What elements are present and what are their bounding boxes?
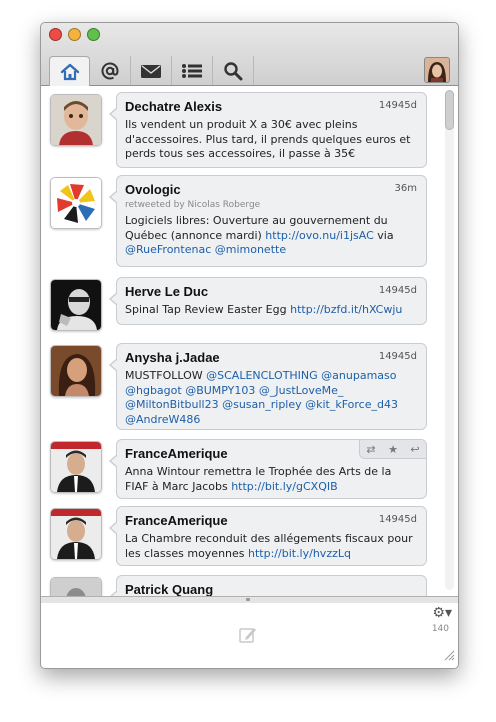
tweet-bubble[interactable]: Ovologic 36m retweeted by Nicolas Roberg…: [109, 175, 427, 267]
compose-area[interactable]: ⚙▾ 140: [41, 603, 458, 668]
search-icon: [224, 61, 243, 80]
tweet-text: La Chambre reconduit des allégements fis…: [125, 532, 413, 560]
tweet-text: Ils vendent un produit X a 30€ avec plei…: [125, 118, 411, 160]
tweet-time: 14945d: [378, 351, 417, 362]
close-button[interactable]: [49, 28, 62, 41]
tweet-link[interactable]: http://bit.ly/gCXQIB: [231, 480, 337, 493]
tweet-link[interactable]: http://bit.ly/hvzzLq: [248, 547, 351, 560]
avatar[interactable]: [50, 441, 102, 493]
avatar[interactable]: [50, 94, 102, 146]
scrollbar[interactable]: [445, 90, 454, 590]
at-mentions-icon: [101, 62, 119, 79]
tweet-author[interactable]: Herve Le Duc: [125, 284, 418, 300]
tab-lists[interactable]: [172, 56, 213, 85]
tweet-author[interactable]: Dechatre Alexis: [125, 99, 418, 115]
tab-mentions[interactable]: [90, 56, 131, 85]
zoom-button[interactable]: [87, 28, 100, 41]
gear-icon[interactable]: ⚙▾: [432, 605, 452, 621]
avatar[interactable]: [50, 577, 102, 596]
tweet-text: Logiciels libres: Ouverture au gouvernem…: [125, 214, 394, 256]
tweet-text: Spinal Tap Review Easter Egg http://bzfd…: [125, 303, 403, 316]
tweet-author[interactable]: Patrick Quang: [125, 582, 418, 596]
tweet-time: 36m: [394, 183, 417, 194]
app-window: Dechatre Alexis 14945d Ils vendent un pr…: [40, 22, 459, 669]
list-icon: [182, 63, 202, 78]
tab-messages[interactable]: [131, 56, 172, 85]
grip-icon: [246, 598, 250, 601]
tweet-author[interactable]: FranceAmerique: [125, 513, 418, 529]
tab-search[interactable]: [213, 56, 254, 85]
star-icon[interactable]: ★: [382, 440, 404, 458]
tweet-link[interactable]: http://bzfd.it/hXCwju: [290, 303, 402, 316]
avatar[interactable]: [50, 279, 102, 331]
tweet-link[interactable]: http://ovo.nu/i1jsAC: [265, 229, 373, 242]
tweet-text: Anna Wintour remettra le Trophée des Art…: [125, 465, 392, 493]
window-controls: [49, 28, 100, 41]
tweet-time: 14945d: [378, 285, 417, 296]
tweet-timeline[interactable]: Dechatre Alexis 14945d Ils vendent un pr…: [41, 86, 458, 596]
tweet-mentions[interactable]: @RueFrontenac @mimonette: [125, 243, 286, 256]
tweet-bubble[interactable]: Patrick Quang: [109, 575, 427, 596]
minimize-button[interactable]: [68, 28, 81, 41]
avatar[interactable]: [50, 177, 102, 229]
tweet-bubble[interactable]: Herve Le Duc 14945d Spinal Tap Review Ea…: [109, 277, 427, 325]
tweet-actions: ⇄ ★ ↩: [359, 440, 426, 459]
tweet-time: 14945d: [378, 100, 417, 111]
reply-icon[interactable]: ↩: [404, 440, 426, 458]
tweet-time: 14945d: [378, 514, 417, 525]
scrollbar-thumb[interactable]: [445, 90, 454, 130]
tweet-author[interactable]: Anysha j.Jadae: [125, 350, 418, 366]
character-count: 140: [431, 624, 449, 634]
tweet-bubble[interactable]: ⇄ ★ ↩ FranceAmerique Anna Wintour remett…: [109, 439, 427, 499]
envelope-icon: [141, 64, 161, 78]
tweet-text: MUSTFOLLOW @SCALENCLOTHING @anupamaso @h…: [125, 369, 398, 426]
retweet-icon[interactable]: ⇄: [360, 440, 382, 458]
compose-icon[interactable]: [238, 625, 258, 649]
avatar[interactable]: [50, 345, 102, 397]
home-icon: [60, 63, 79, 80]
tweet-bubble[interactable]: Dechatre Alexis 14945d Ils vendent un pr…: [109, 92, 427, 168]
account-avatar[interactable]: [424, 57, 450, 83]
tweet-bubble[interactable]: FranceAmerique 14945d La Chambre recondu…: [109, 506, 427, 566]
avatar[interactable]: [50, 508, 102, 560]
tab-bar: [49, 56, 254, 86]
tab-home[interactable]: [49, 56, 90, 86]
tweet-bubble[interactable]: Anysha j.Jadae 14945d MUSTFOLLOW @SCALEN…: [109, 343, 427, 430]
resize-grip-icon[interactable]: [443, 646, 455, 665]
tweet-author[interactable]: Ovologic: [125, 182, 418, 198]
titlebar: [41, 23, 458, 86]
retweet-attribution: retweeted by Nicolas Roberge: [125, 200, 261, 210]
